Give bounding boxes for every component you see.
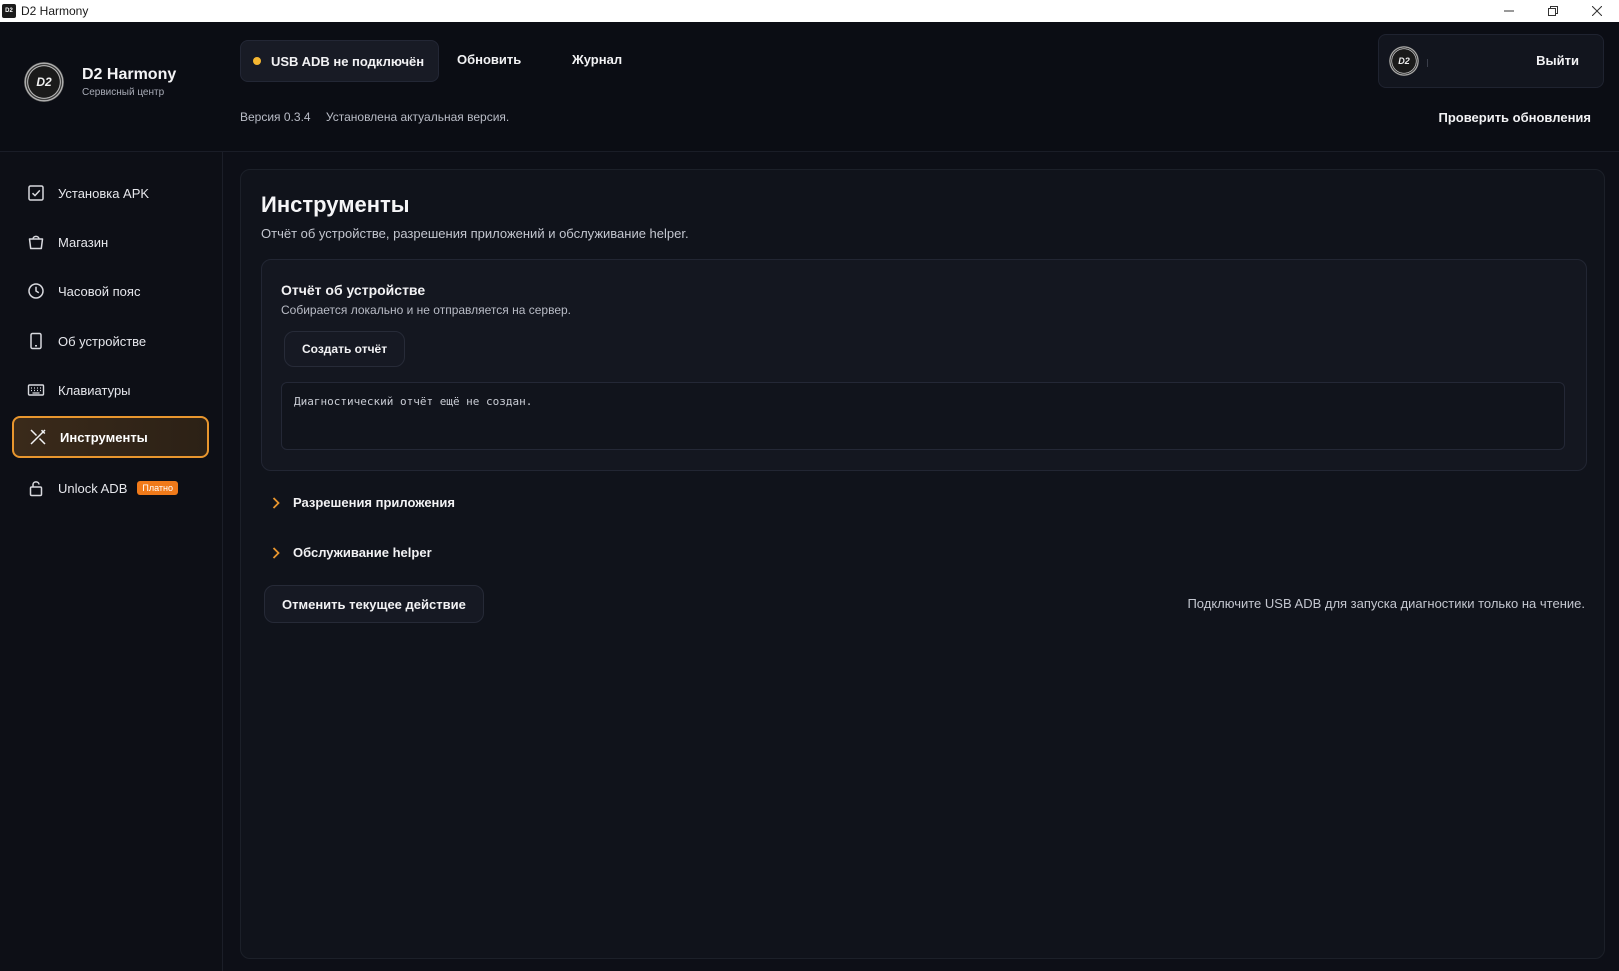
sidebar-item-label: Магазин [58, 234, 109, 250]
sidebar-item-label: Клавиатуры [58, 382, 131, 398]
restore-icon[interactable] [1531, 0, 1575, 22]
divider [1427, 59, 1428, 67]
helper-maintenance-expander[interactable]: Обслуживание helper [271, 545, 432, 560]
minimize-icon[interactable] [1487, 0, 1531, 22]
app-icon: D2 [2, 4, 16, 18]
version-status: Установлена актуальная версия. [325, 110, 510, 124]
window-titlebar: D2 D2 Harmony [0, 0, 1619, 22]
brand: D2 D2 Harmony Сервисный центр [24, 62, 176, 102]
profile-box: D2 Выйти [1378, 34, 1604, 88]
window-controls [1487, 0, 1619, 22]
brand-subtitle: Сервисный центр [82, 87, 165, 98]
adb-status-text: USB ADB не подключён [271, 53, 425, 69]
sidebar-item-timezone[interactable]: Часовой пояс [12, 270, 209, 312]
shopping-bag-icon [26, 232, 46, 252]
connection-hint: Подключите USB ADB для запуска диагности… [1187, 596, 1585, 611]
card-title: Отчёт об устройстве [281, 282, 426, 298]
avatar[interactable]: D2 [1389, 46, 1419, 76]
report-output[interactable]: Диагностический отчёт ещё не создан. [281, 382, 1565, 450]
card-subtitle: Собирается локально и не отправляется на… [281, 303, 572, 317]
d2-logo-icon: D2 [24, 62, 64, 102]
checkbox-icon [26, 183, 46, 203]
version-number: Версия 0.3.4 [240, 110, 311, 124]
sidebar-item-tools[interactable]: Инструменты [12, 416, 209, 458]
logout-button[interactable]: Выйти [1536, 53, 1579, 68]
sidebar-item-store[interactable]: Магазин [12, 221, 209, 263]
chevron-right-icon [272, 496, 280, 509]
device-report-card: Отчёт об устройстве Собирается локально … [261, 259, 1587, 471]
window-title: D2 Harmony [21, 4, 89, 18]
keyboard-icon [26, 380, 46, 400]
tools-icon [28, 427, 48, 447]
sidebar-item-label: Инструменты [60, 429, 148, 445]
expander-label: Разрешения приложения [293, 495, 455, 510]
paid-badge: Платно [137, 481, 179, 495]
refresh-button[interactable]: Обновить [457, 52, 521, 67]
cancel-action-button[interactable]: Отменить текущее действие [264, 585, 484, 623]
sidebar-item-keyboards[interactable]: Клавиатуры [12, 369, 209, 411]
phone-icon [26, 331, 46, 351]
sidebar-item-device-info[interactable]: Об устройстве [12, 320, 209, 362]
adb-status-pill[interactable]: USB ADB не подключён [240, 40, 440, 82]
sidebar-item-label: Unlock ADB [58, 480, 128, 496]
chevron-right-icon [272, 546, 280, 559]
lock-icon [26, 478, 46, 498]
version-info: Версия 0.3.4 Установлена актуальная верс… [240, 110, 509, 124]
brand-name: D2 Harmony [82, 66, 177, 83]
sidebar-item-label: Об устройстве [58, 333, 147, 349]
check-updates-button[interactable]: Проверить обновления [1438, 110, 1591, 125]
main-panel: Инструменты Отчёт об устройстве, разреше… [240, 169, 1605, 959]
create-report-button[interactable]: Создать отчёт [284, 331, 406, 367]
expander-label: Обслуживание helper [293, 545, 432, 560]
sidebar: Установка APK Магазин Часовой пояс Об ус… [0, 152, 223, 971]
close-icon[interactable] [1575, 0, 1619, 22]
page-subtitle: Отчёт об устройстве, разрешения приложен… [261, 226, 689, 241]
sidebar-item-label: Часовой пояс [58, 283, 141, 299]
page-title: Инструменты [261, 192, 410, 217]
app-header: D2 D2 Harmony Сервисный центр USB ADB не… [0, 22, 1619, 152]
sidebar-item-apk-install[interactable]: Установка APK [12, 172, 209, 214]
sidebar-item-unlock-adb[interactable]: Unlock ADB Платно [12, 467, 209, 509]
clock-icon [26, 281, 46, 301]
sidebar-item-label: Установка APK [58, 185, 150, 201]
app-permissions-expander[interactable]: Разрешения приложения [271, 495, 455, 510]
log-button[interactable]: Журнал [572, 52, 622, 67]
status-dot-icon [253, 57, 261, 65]
